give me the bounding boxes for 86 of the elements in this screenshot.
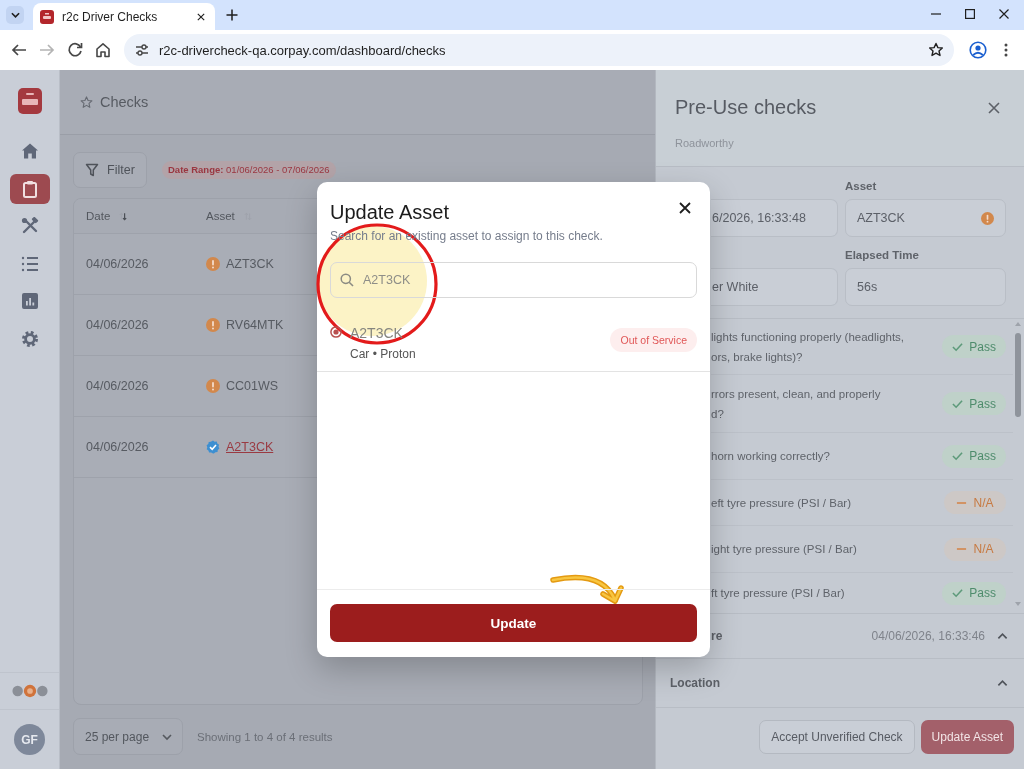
favicon-icon — [40, 9, 54, 24]
date-text: 04/06/2026 — [86, 318, 149, 332]
column-header[interactable]: Asset — [206, 210, 235, 222]
maximize-icon — [965, 9, 975, 19]
read-only-field: 6/2026, 16:33:48 — [711, 199, 838, 237]
asset-text: CC01WS — [226, 379, 279, 393]
check-question: ft tyre pressure (PSI / Bar) — [711, 586, 846, 601]
check-icon — [952, 341, 964, 352]
result-label: Pass — [969, 449, 996, 463]
asset-text: AZT3CK — [226, 257, 274, 271]
site-settings-icon — [135, 43, 149, 57]
home-icon — [95, 42, 111, 58]
logo-icon — [10, 684, 49, 698]
result-label: Pass — [969, 339, 996, 354]
panel-title: Pre-Use checks — [675, 95, 818, 119]
result-label: Pass — [969, 396, 996, 411]
asset-name[interactable]: A2T3CK — [350, 323, 416, 342]
sort-icon[interactable] — [119, 210, 128, 222]
reload-icon — [67, 42, 83, 58]
search-field[interactable]: A2T3CK — [330, 262, 697, 298]
list-icon — [20, 254, 39, 273]
tools-icon — [20, 217, 39, 236]
profile-icon — [969, 41, 987, 59]
check-icon — [952, 451, 964, 461]
star-icon — [80, 95, 93, 109]
home-icon — [20, 142, 39, 160]
logo-icon — [17, 88, 42, 114]
clipboard-icon — [20, 179, 39, 198]
check-question: eft tyre pressure (PSI / Bar) — [711, 495, 852, 511]
back-arrow-icon — [11, 42, 27, 58]
radio-selected-icon[interactable] — [330, 326, 342, 338]
chevron-down-icon — [162, 731, 172, 742]
close-icon — [679, 202, 691, 214]
check-icon — [952, 398, 964, 409]
secondary-button[interactable]: Accept Unverified Check — [759, 720, 915, 754]
date-text: 04/06/2026 — [86, 257, 149, 271]
filter-icon — [85, 163, 100, 177]
panel-subtitle: Roadworthy — [675, 137, 735, 149]
field-label: Elapsed Time — [845, 249, 919, 261]
chevron-up-icon[interactable] — [997, 678, 1008, 688]
user-avatar[interactable]: GF — [14, 724, 45, 755]
primary-button[interactable]: Update Asset — [920, 720, 1014, 754]
results-summary: Showing 1 to 4 of 4 results — [197, 730, 333, 743]
address-bar[interactable]: r2c-drivercheck-qa.corpay.com/dashboard/checks — [124, 34, 954, 66]
nav-item[interactable] — [9, 173, 50, 204]
read-only-field: AZT3CK — [845, 199, 1006, 237]
date-text: 04/06/2026 — [86, 379, 149, 393]
read-only-field: 56s — [845, 268, 1006, 306]
close-icon — [999, 9, 1009, 19]
status-badge: Out of Service — [610, 327, 697, 352]
check-question: ight tyre pressure (PSI / Bar) — [711, 542, 858, 557]
asset-link[interactable]: A2T3CK — [226, 440, 274, 454]
section-value: 04/06/2026, 16:33:46 — [871, 629, 985, 643]
close-icon — [197, 12, 205, 21]
date-text: 04/06/2026 — [86, 440, 149, 454]
result-label: Pass — [969, 586, 996, 600]
update-button[interactable]: Update — [330, 604, 697, 642]
filter-button[interactable]: Filter — [73, 152, 147, 188]
read-only-field: er White — [711, 268, 838, 306]
section-title: re — [711, 629, 723, 643]
caret-icon — [10, 12, 20, 18]
check-question: rrors present, clean, and properly d? — [711, 386, 882, 422]
page-title: Checks — [100, 94, 149, 110]
forward-arrow-icon — [39, 42, 55, 58]
check-question: lights functioning properly (headlights, ors, brake lights)? — [711, 329, 906, 365]
date-range-chip: Date Range: 01/06/2026 - 07/06/2026 — [162, 161, 336, 179]
plus-icon — [226, 9, 238, 21]
column-header[interactable]: Date — [86, 210, 111, 222]
per-page-select[interactable]: 25 per page — [73, 718, 183, 755]
check-icon — [952, 588, 964, 598]
asset-details: Car • Proton — [350, 346, 416, 362]
search-icon — [340, 273, 354, 287]
browser-tab[interactable]: r2c Driver Checks — [33, 3, 215, 30]
result-label: N/A — [973, 542, 994, 556]
settings-icon — [20, 329, 39, 348]
star-icon — [928, 42, 944, 58]
dialog-title: Update Asset — [330, 200, 449, 224]
tab-list-button[interactable] — [6, 6, 24, 24]
section-title: Location — [670, 676, 720, 690]
chevron-up-icon[interactable] — [997, 631, 1008, 641]
bar-chart-icon — [20, 292, 39, 311]
result-label: N/A — [973, 495, 994, 510]
check-question: horn working correctly? — [711, 449, 831, 464]
asset-text: RV64MTK — [226, 318, 284, 332]
close-icon — [988, 102, 1000, 114]
field-label: Asset — [845, 180, 877, 192]
